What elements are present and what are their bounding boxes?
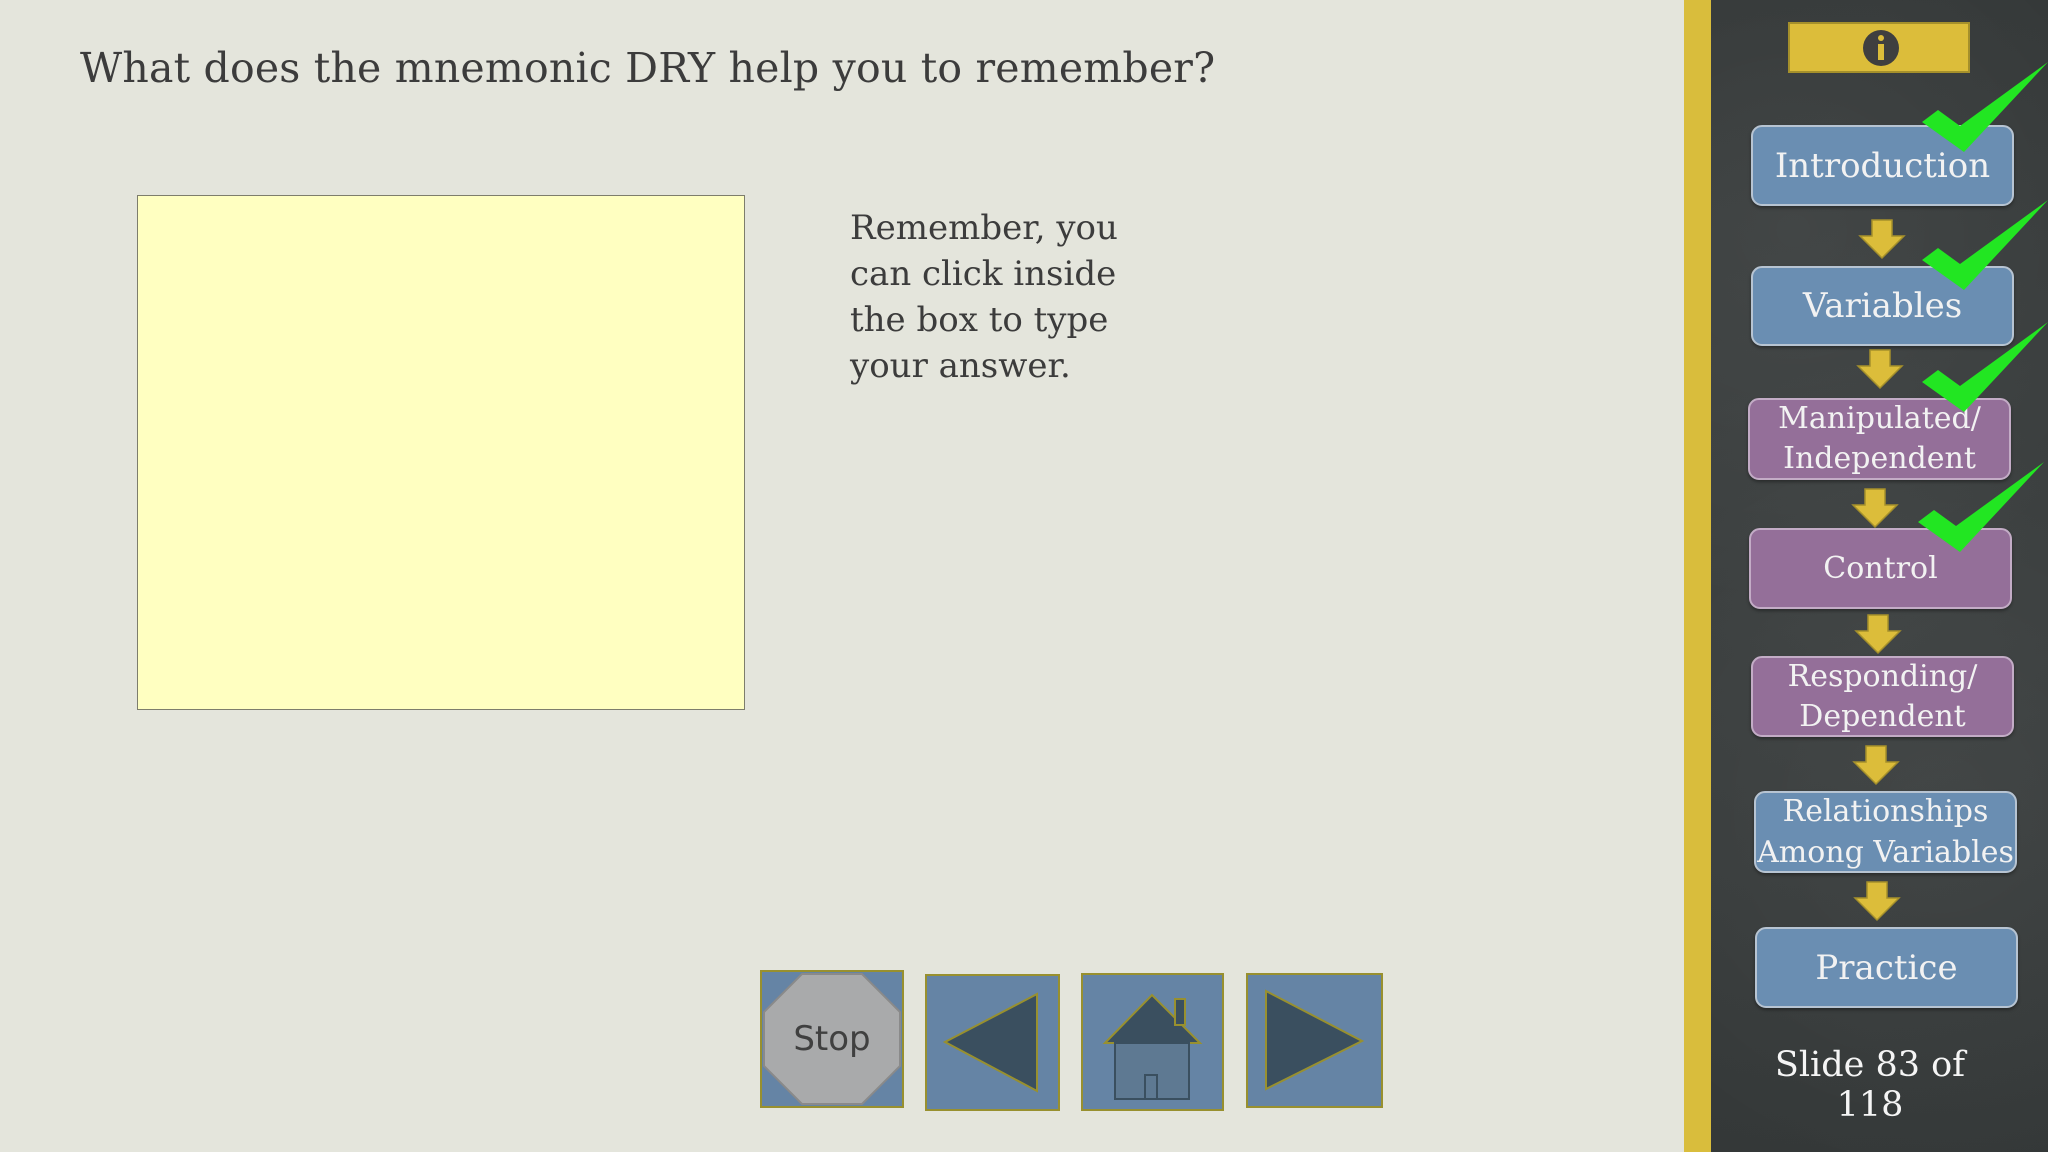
hint-text: Remember, you can click inside the box t… (850, 208, 1118, 386)
down-arrow-icon (1852, 745, 1900, 786)
checkmark-icon (1918, 462, 2044, 552)
home-button[interactable] (1081, 973, 1224, 1111)
down-arrow-icon (1858, 219, 1906, 260)
info-icon (1863, 30, 1899, 66)
topic-label: Practice (1815, 947, 1958, 988)
back-button[interactable] (925, 974, 1060, 1111)
answer-text-box[interactable] (137, 195, 745, 710)
forward-button[interactable] (1246, 973, 1383, 1108)
slide-counter: Slide 83 of 118 (1774, 1045, 1966, 1125)
topic-responding-dependent[interactable]: Responding/ Dependent (1751, 656, 2014, 737)
sidebar-stripe (1684, 0, 1711, 1152)
question-title: What does the mnemonic DRY help you to r… (80, 44, 1216, 92)
forward-arrow-icon (1265, 989, 1365, 1091)
home-icon (1102, 993, 1203, 1100)
checkmark-icon (1922, 200, 2048, 290)
checkmark-icon (1922, 62, 2048, 152)
down-arrow-icon (1853, 881, 1901, 922)
topic-label: Control (1823, 551, 1938, 586)
topic-practice[interactable]: Practice (1755, 927, 2018, 1008)
topic-label: Variables (1802, 286, 1963, 326)
down-arrow-icon (1854, 614, 1902, 655)
topic-label: Responding/ Dependent (1787, 658, 1978, 734)
stop-button[interactable]: Stop (760, 970, 904, 1108)
back-arrow-icon (942, 992, 1038, 1093)
checkmark-icon (1922, 322, 2048, 412)
down-arrow-icon (1851, 488, 1899, 529)
stop-label: Stop (793, 1019, 871, 1059)
down-arrow-icon (1856, 349, 1904, 390)
topic-relationships-among-variables[interactable]: Relationships Among Variables (1754, 791, 2017, 873)
topic-label: Relationships Among Variables (1757, 794, 2014, 870)
